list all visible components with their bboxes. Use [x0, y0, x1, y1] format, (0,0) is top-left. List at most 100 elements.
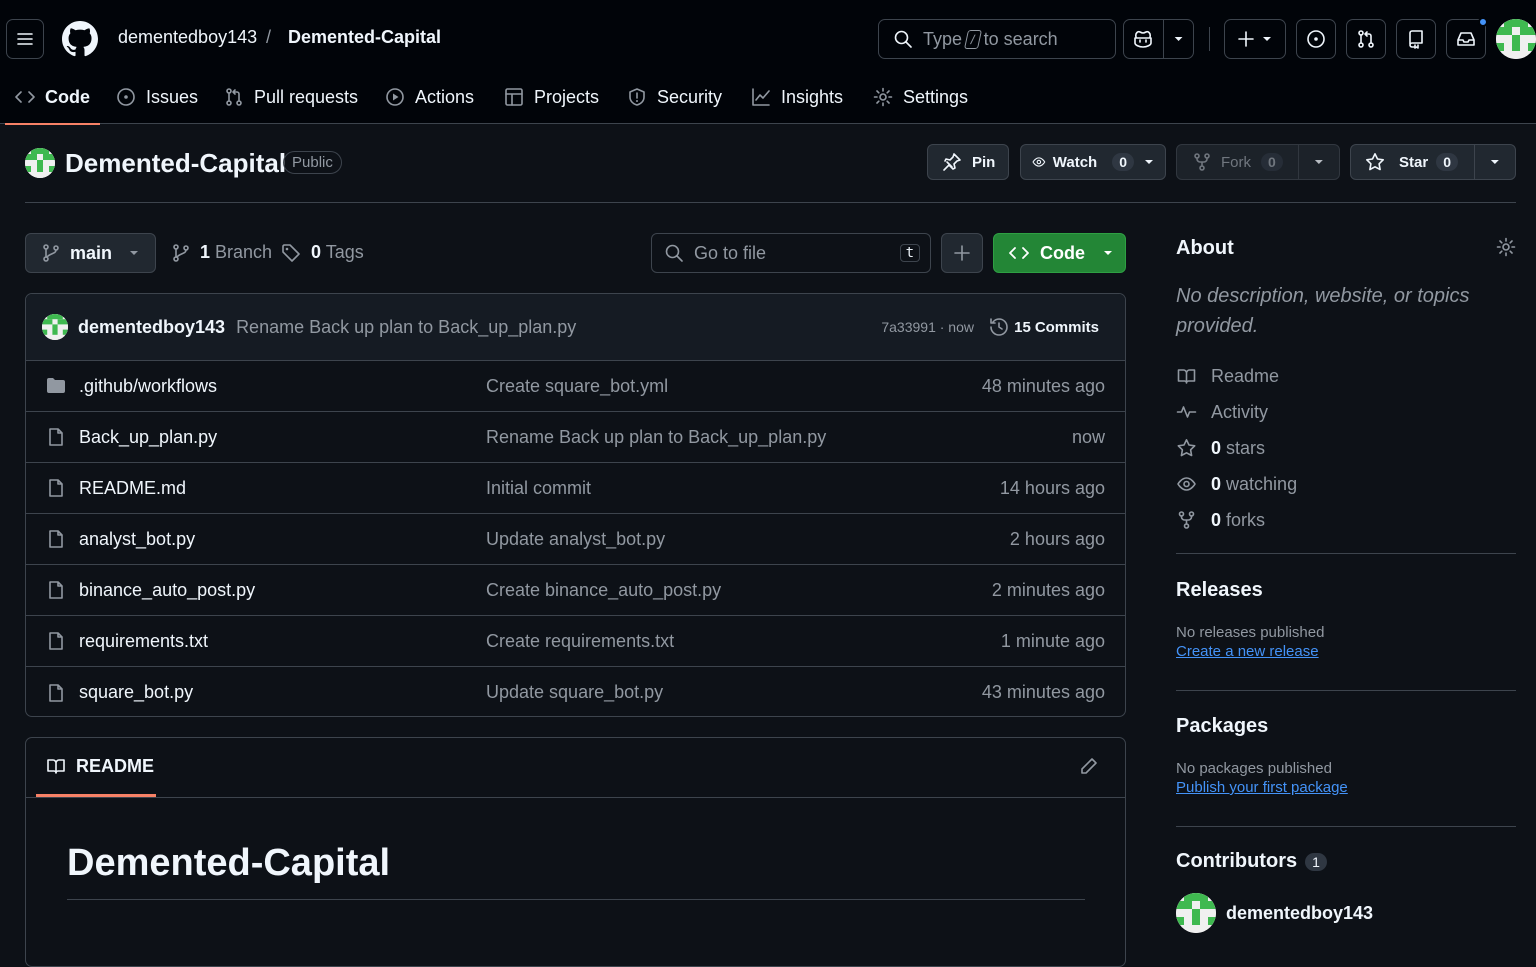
releases-title[interactable]: Releases	[1176, 579, 1516, 602]
breadcrumb-separator: /	[266, 27, 272, 47]
file-commit-message[interactable]: Create square_bot.yml	[486, 376, 668, 397]
contributors-title[interactable]: Contributors	[1176, 850, 1297, 873]
file-commit-message[interactable]: Create binance_auto_post.py	[486, 580, 721, 601]
tab-label: Issues	[146, 86, 199, 107]
owner-link[interactable]: dementedboy143	[118, 27, 257, 48]
tab-settings[interactable]: Settings	[873, 70, 968, 124]
go-to-file-input[interactable]: Go to file t	[651, 233, 931, 273]
table-row[interactable]: Back_up_plan.py Rename Back up plan to B…	[26, 412, 1125, 463]
fork-icon	[1194, 153, 1210, 171]
file-name[interactable]: square_bot.py	[79, 682, 193, 703]
pin-button[interactable]: Pin	[927, 144, 1009, 180]
tab-issues[interactable]: Issues	[116, 70, 198, 124]
copilot-button[interactable]	[1123, 19, 1194, 59]
menu-button[interactable]	[6, 19, 44, 59]
repo-title[interactable]: Demented-Capital	[65, 148, 286, 179]
github-logo[interactable]	[62, 21, 98, 57]
search-suffix: to search	[983, 28, 1058, 49]
file-commit-message[interactable]: Create requirements.txt	[486, 631, 674, 652]
stars-link[interactable]: 0 stars	[1176, 430, 1516, 466]
table-row[interactable]: square_bot.py Update square_bot.py 43 mi…	[26, 667, 1125, 716]
tag-count: 0	[311, 242, 322, 262]
create-release-link[interactable]: Create a new release	[1176, 643, 1319, 660]
commit-hash-time[interactable]: 7a33991 · now	[881, 319, 974, 335]
file-name[interactable]: binance_auto_post.py	[79, 580, 255, 601]
table-row[interactable]: README.md Initial commit 14 hours ago	[26, 463, 1125, 514]
pull-request-icon	[226, 88, 242, 106]
table-row[interactable]: binance_auto_post.py Create binance_auto…	[26, 565, 1125, 616]
repo-link[interactable]: Demented-Capital	[288, 27, 441, 48]
watch-button[interactable]: Watch 0	[1020, 144, 1166, 180]
file-time: 1 minute ago	[1000, 630, 1105, 651]
table-row[interactable]: .github/workflows Create square_bot.yml …	[26, 361, 1125, 412]
about-settings-button[interactable]	[1496, 237, 1516, 257]
readme-link-label: Readme	[1211, 365, 1280, 386]
activity-link[interactable]: Activity	[1176, 394, 1516, 430]
tags-link[interactable]: 0 Tags	[281, 242, 364, 263]
branch-selector[interactable]: main	[25, 233, 156, 273]
table-row[interactable]: requirements.txt Create requirements.txt…	[26, 616, 1125, 667]
commit-author[interactable]: dementedboy143	[78, 317, 225, 338]
branch-count: 1	[200, 242, 211, 262]
file-commit-message[interactable]: Rename Back up plan to Back_up_plan.py	[486, 427, 826, 448]
sidebar-divider	[1176, 826, 1516, 827]
file-icon	[49, 428, 63, 446]
packages-title[interactable]: Packages	[1176, 715, 1516, 738]
search-input[interactable]: Type / to search	[878, 19, 1116, 59]
tab-code[interactable]: Code	[5, 70, 100, 125]
star-icon	[1177, 439, 1196, 457]
contributor-item[interactable]: dementedboy143	[1176, 893, 1516, 933]
repositories-button[interactable]	[1396, 19, 1436, 59]
readme-tab[interactable]: README	[36, 738, 156, 797]
add-file-button[interactable]	[941, 233, 983, 273]
global-header: dementedboy143 / Demented-Capital Type /…	[0, 0, 1536, 125]
branch-icon	[43, 244, 59, 262]
tab-pull-requests[interactable]: Pull requests	[224, 70, 358, 124]
chevron-down-icon	[1104, 251, 1112, 255]
graph-icon	[752, 88, 770, 106]
file-icon	[49, 530, 63, 548]
releases-empty: No releases published	[1176, 624, 1325, 641]
commit-message[interactable]: Rename Back up plan to Back_up_plan.py	[236, 317, 576, 338]
search-icon	[894, 30, 912, 48]
commit-author-avatar[interactable]	[42, 314, 68, 340]
commits-link[interactable]: 15 Commits	[988, 316, 1099, 338]
readme-link[interactable]: Readme	[1176, 358, 1516, 394]
repo-header-divider	[25, 202, 1516, 203]
user-avatar[interactable]	[1496, 19, 1536, 59]
pull-requests-button[interactable]	[1346, 19, 1386, 59]
publish-package-link[interactable]: Publish your first package	[1176, 779, 1348, 796]
tab-security[interactable]: Security	[627, 70, 722, 124]
table-row[interactable]: analyst_bot.py Update analyst_bot.py 2 h…	[26, 514, 1125, 565]
file-name[interactable]: requirements.txt	[79, 631, 208, 652]
file-name[interactable]: README.md	[79, 478, 186, 499]
header-divider	[1209, 27, 1210, 51]
code-dropdown-button[interactable]: Code	[993, 233, 1126, 273]
fork-button[interactable]: Fork 0	[1176, 144, 1340, 180]
star-button[interactable]: Star 0	[1350, 144, 1516, 180]
chevron-down-icon	[1491, 160, 1500, 164]
watching-link[interactable]: 0 watching	[1176, 466, 1516, 502]
file-icon	[49, 632, 63, 650]
tab-actions[interactable]: Actions	[385, 70, 474, 124]
forks-link[interactable]: 0 forks	[1176, 502, 1516, 538]
releases-section: Releases No releases published Create a …	[1176, 579, 1516, 661]
tab-projects[interactable]: Projects	[504, 70, 599, 124]
file-commit-message[interactable]: Initial commit	[486, 478, 591, 499]
file-name[interactable]: Back_up_plan.py	[79, 427, 217, 448]
folder-icon	[47, 378, 65, 393]
tab-insights[interactable]: Insights	[751, 70, 843, 124]
issues-button[interactable]	[1296, 19, 1336, 59]
file-icon	[49, 581, 63, 599]
create-new-button[interactable]	[1224, 19, 1286, 59]
file-commit-message[interactable]: Update square_bot.py	[486, 682, 663, 703]
edit-readme-button[interactable]	[1079, 756, 1099, 776]
repo-owner-avatar[interactable]	[25, 148, 55, 178]
tab-label: Code	[45, 86, 90, 107]
branches-link[interactable]: 1 Branch	[172, 242, 272, 263]
file-name[interactable]: .github/workflows	[79, 376, 217, 397]
plus-icon	[954, 245, 970, 261]
fork-icon	[1178, 511, 1195, 529]
file-name[interactable]: analyst_bot.py	[79, 529, 195, 550]
file-commit-message[interactable]: Update analyst_bot.py	[486, 529, 665, 550]
